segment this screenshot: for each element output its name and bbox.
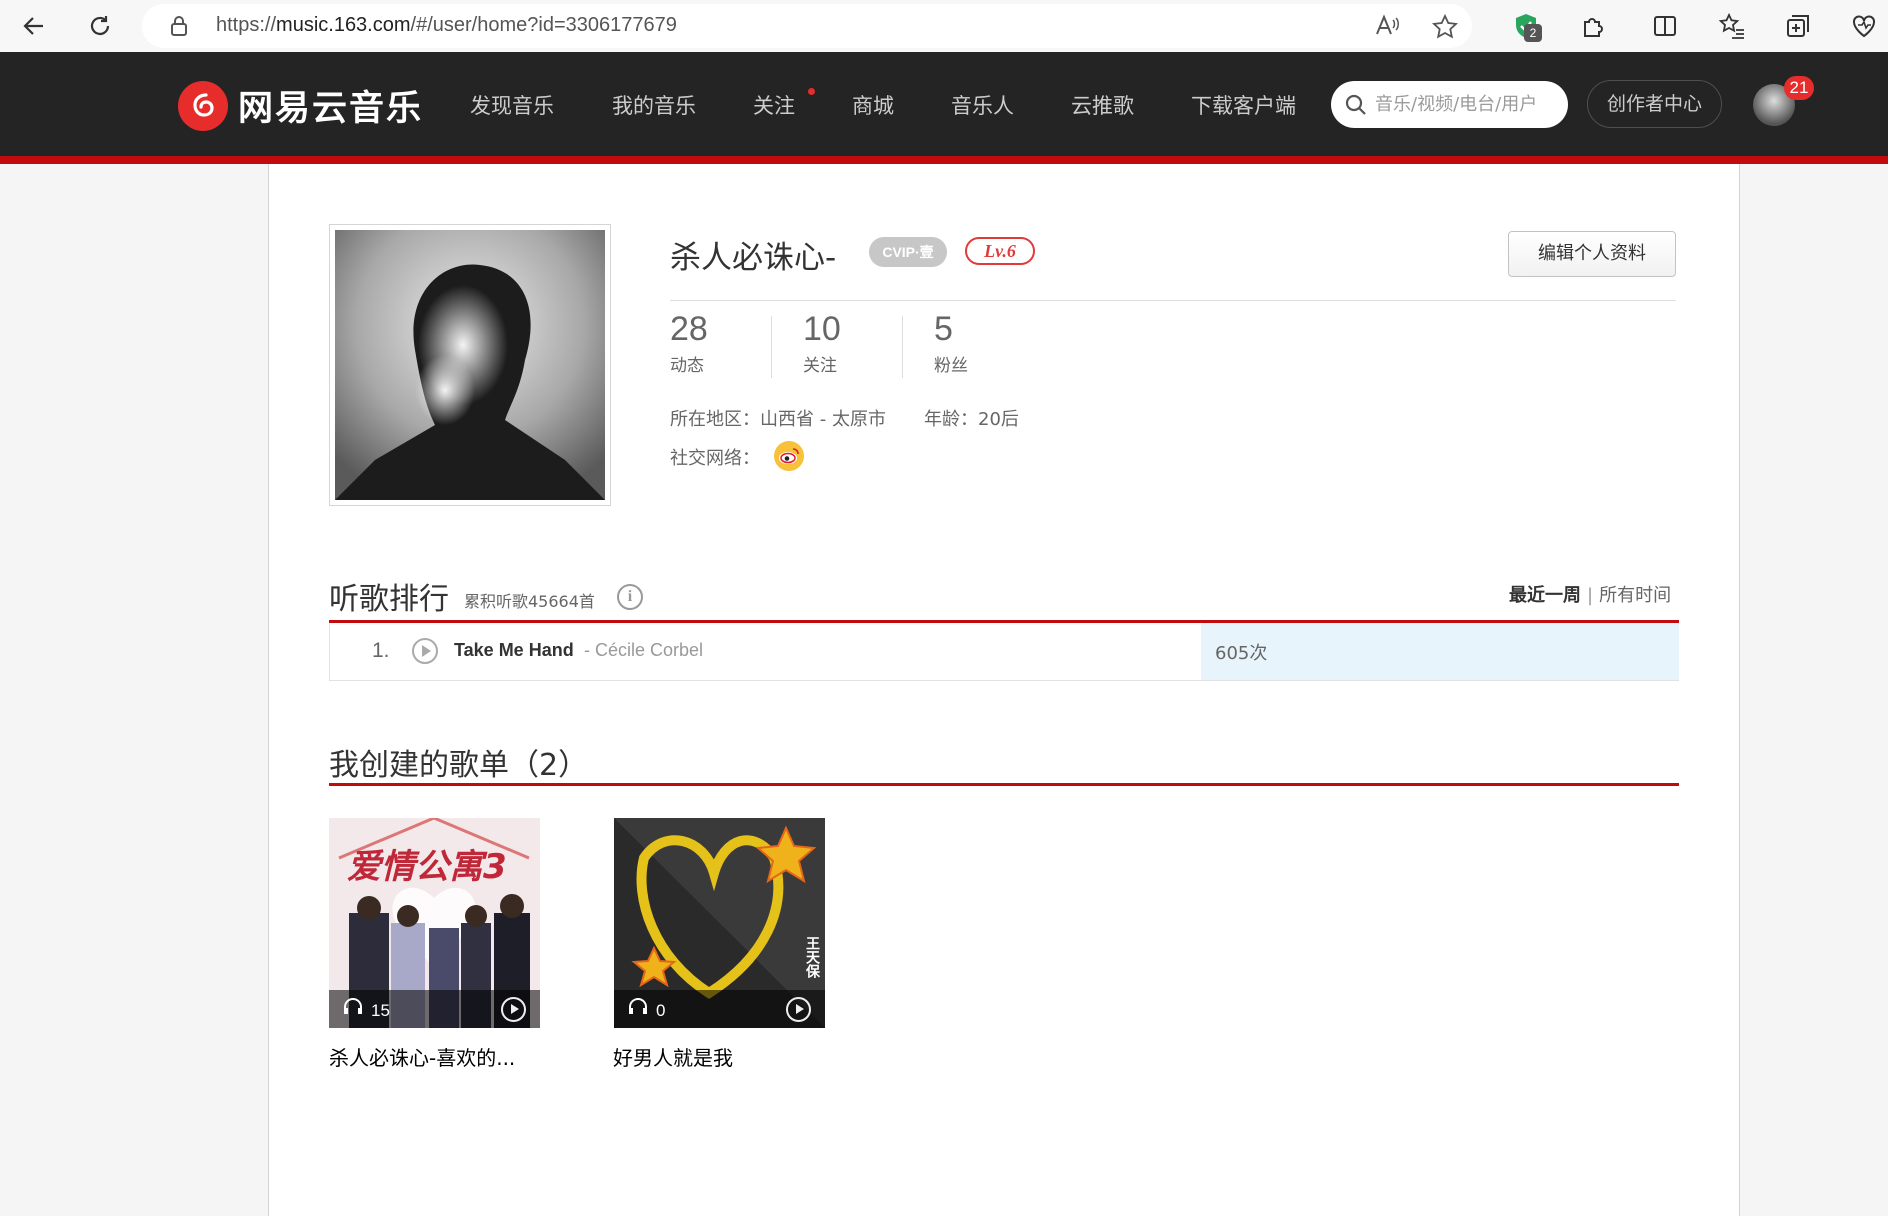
playlist-name[interactable]: 好男人就是我 (613, 1042, 733, 1071)
back-arrow-icon[interactable] (14, 6, 54, 46)
age-info: 年龄：20后 (924, 405, 1019, 431)
edit-profile-button[interactable]: 编辑个人资料 (1508, 231, 1676, 277)
play-count: 605次 (1215, 643, 1268, 664)
url-path: /#/user/home?id=3306177679 (410, 14, 677, 36)
nav-download-client[interactable]: 下载客户端 (1191, 90, 1296, 120)
nav-my-music[interactable]: 我的音乐 (612, 90, 696, 120)
playlists-red-rule (329, 783, 1679, 786)
region-label: 所在地区： (670, 409, 760, 430)
region-info: 所在地区：山西省 - 太原市 (670, 405, 886, 431)
vip-badge[interactable]: CVIP·壹 (869, 237, 947, 267)
address-bar[interactable]: https://music.163.com/#/user/home?id=330… (142, 4, 1472, 48)
stat-following-count: 10 (803, 310, 841, 348)
netease-music-logo-icon (178, 80, 228, 131)
profile-avatar (329, 224, 611, 506)
stat-following-label: 关注 (803, 356, 837, 376)
headset-icon (343, 998, 363, 1018)
playlist-cover[interactable]: 爱情公寓3 15 (329, 818, 540, 1028)
creator-center-button[interactable]: 创作者中心 (1587, 80, 1722, 128)
logo-text: 网易云音乐 (238, 89, 424, 129)
nav-follow-dot (808, 88, 815, 95)
url-scheme: https:// (216, 14, 277, 36)
artist-separator: - (584, 640, 590, 660)
play-count-bar (1201, 623, 1679, 680)
playlist-cover-title: 爱情公寓3 (347, 847, 507, 887)
nav-musician[interactable]: 音乐人 (951, 90, 1014, 120)
playlist-cover[interactable]: 王天保 0 (614, 818, 825, 1028)
stat-events[interactable]: 28 动态 (670, 310, 708, 378)
age-value: 20后 (978, 409, 1019, 430)
nav-cloud-recommend[interactable]: 云推歌 (1071, 90, 1134, 120)
weibo-icon[interactable] (774, 441, 804, 471)
search-input[interactable] (1375, 81, 1560, 128)
ranking-title: 听歌排行 (329, 582, 449, 617)
url-text: https://music.163.com/#/user/home?id=330… (216, 14, 677, 37)
favorites-list-icon[interactable] (1712, 6, 1752, 46)
read-aloud-icon[interactable] (1374, 14, 1400, 42)
ranking-row[interactable]: 1. Take Me Hand - Cécile Corbel 605次 (329, 623, 1679, 681)
header-accent-line (0, 156, 1888, 164)
stat-following[interactable]: 10 关注 (803, 310, 841, 378)
playlists-title: 我创建的歌单（2） (329, 748, 589, 783)
play-circle-icon[interactable] (412, 638, 438, 664)
url-host: music.163.com (276, 14, 411, 36)
info-icon[interactable]: i (617, 584, 643, 610)
collections-icon[interactable] (1778, 6, 1818, 46)
song-title[interactable]: Take Me Hand (454, 640, 574, 661)
browser-essentials-icon[interactable] (1844, 6, 1884, 46)
playlist-play-count: 15 (371, 1001, 390, 1020)
play-circle-icon[interactable] (501, 997, 526, 1022)
stat-followers-label: 粉丝 (934, 356, 968, 376)
browser-toolbar: https://music.163.com/#/user/home?id=330… (0, 0, 1888, 52)
search-icon (1345, 94, 1367, 120)
song-artist: - Cécile Corbel (584, 640, 703, 661)
profile-avatar-image (335, 230, 605, 500)
search-box[interactable] (1331, 81, 1568, 128)
extension-badge: 2 (1524, 24, 1542, 42)
level-badge[interactable]: Lv.6 (965, 237, 1035, 265)
stat-followers[interactable]: 5 粉丝 (934, 310, 968, 378)
reload-icon[interactable] (80, 6, 120, 46)
stat-divider (902, 316, 903, 378)
headset-icon (628, 998, 648, 1018)
rank-number: 1. (372, 639, 390, 662)
artist-name[interactable]: Cécile Corbel (595, 640, 703, 660)
site-logo[interactable]: 网易云音乐 (178, 80, 423, 131)
region-value: 山西省 - 太原市 (760, 409, 886, 430)
extensions-puzzle-icon[interactable] (1573, 6, 1613, 46)
tab-separator: | (1587, 585, 1594, 606)
ranking-range-tabs: 最近一周 | 所有时间 (1509, 581, 1671, 607)
nav-mall[interactable]: 商城 (852, 90, 894, 120)
stat-events-label: 动态 (670, 356, 704, 376)
lock-icon (170, 16, 188, 40)
stat-followers-count: 5 (934, 310, 953, 348)
tab-all-time[interactable]: 所有时间 (1599, 585, 1671, 606)
tab-last-week[interactable]: 最近一周 (1509, 585, 1581, 606)
age-label: 年龄： (924, 409, 978, 430)
split-screen-icon[interactable] (1645, 6, 1685, 46)
stat-events-count: 28 (670, 310, 708, 348)
nav-follow[interactable]: 关注 (753, 90, 795, 120)
social-label: 社交网络： (670, 448, 760, 469)
play-circle-icon[interactable] (786, 997, 811, 1022)
notification-badge: 21 (1784, 76, 1814, 100)
user-nickname: 杀人必诛心- (670, 240, 837, 276)
playlist-play-count: 0 (656, 1001, 666, 1020)
stat-divider (771, 316, 772, 378)
profile-divider (670, 300, 1676, 301)
nav-discover[interactable]: 发现音乐 (470, 90, 554, 120)
favorite-star-icon[interactable] (1431, 13, 1459, 44)
playlist-cover-title: 王天保 (804, 936, 821, 979)
playlist-name[interactable]: 杀人必诛心-喜欢的... (329, 1042, 515, 1071)
ranking-subtitle: 累积听歌45664首 (464, 592, 595, 611)
